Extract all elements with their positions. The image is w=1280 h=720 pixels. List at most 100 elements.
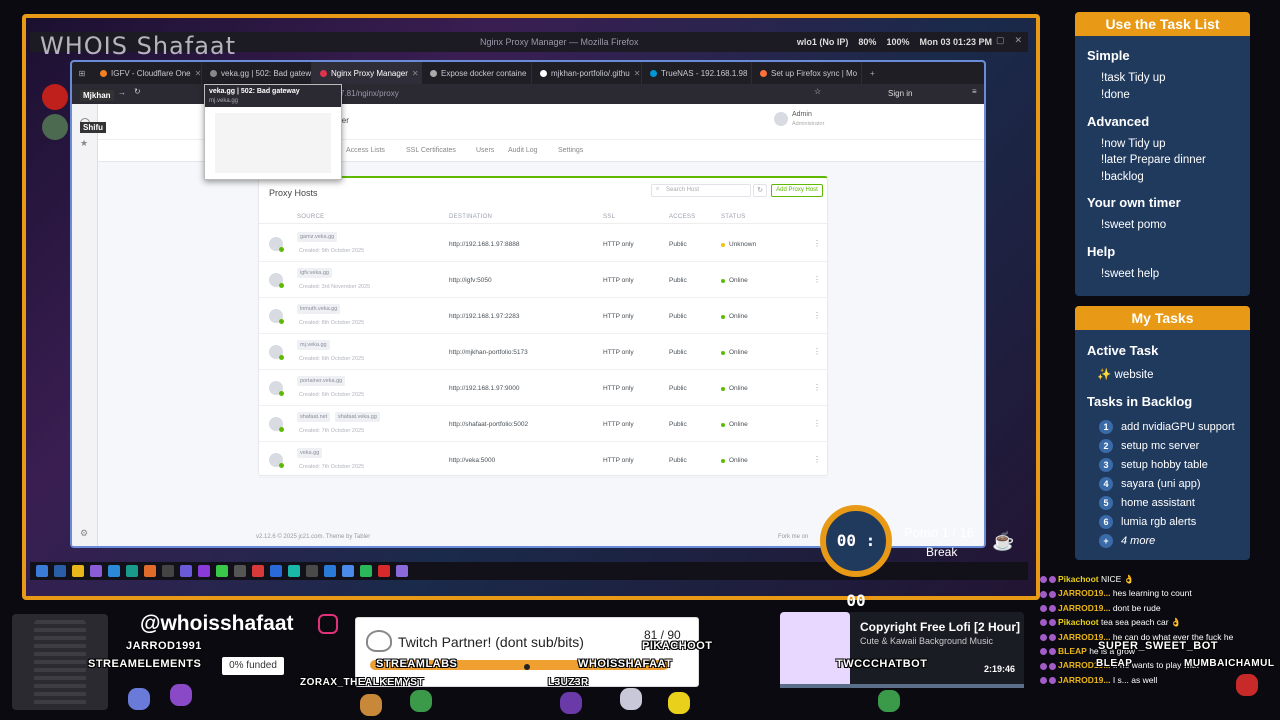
nav-item[interactable]: Users — [476, 147, 494, 154]
pdf-icon[interactable] — [252, 565, 264, 577]
col-destination[interactable]: DESTINATION — [449, 214, 492, 220]
col-access[interactable]: ACCESS — [669, 214, 695, 220]
signin-button[interactable]: Sign in — [888, 89, 912, 98]
minimize-icon[interactable]: – — [981, 35, 986, 46]
bookmark-star-icon[interactable]: ☆ — [814, 87, 821, 96]
domain-badge[interactable]: gamz.veka.gg — [297, 232, 338, 242]
browser-tab[interactable]: TrueNAS - 192.168.1.98✕ — [642, 62, 752, 84]
command-text: !backlog — [1101, 171, 1144, 183]
user-name[interactable]: Admin — [792, 111, 812, 118]
nav-item[interactable]: Audit Log — [508, 147, 538, 154]
new-tab-icon[interactable]: + — [862, 69, 883, 78]
goal-progress-marker — [524, 664, 530, 670]
row-menu-icon[interactable]: ⋮ — [813, 419, 821, 428]
chat-user[interactable]: Pikachoot — [1058, 617, 1099, 627]
vscode-icon[interactable] — [324, 565, 336, 577]
status-dot — [721, 314, 725, 319]
app-icon[interactable] — [360, 565, 372, 577]
col-ssl[interactable]: SSL — [603, 214, 615, 220]
back-icon[interactable]: → — [118, 88, 126, 97]
firefox-icon[interactable] — [144, 565, 156, 577]
table-row[interactable]: shafaat.net shafaat.veka.gg Created: 7th O… — [259, 406, 829, 442]
tab-overview-icon[interactable]: ⊞ — [72, 69, 92, 78]
chat-user[interactable]: BLEAP — [1058, 646, 1087, 656]
reload-icon[interactable]: ↻ — [134, 87, 141, 96]
app-icon[interactable] — [378, 565, 390, 577]
pomo-state: Break — [926, 545, 958, 559]
tab-close-icon[interactable]: ✕ — [412, 69, 419, 78]
tab-close-icon[interactable]: ✕ — [634, 69, 641, 78]
domain-badge[interactable]: shafaat.net — [297, 412, 331, 422]
chat-user[interactable]: JARROD19... — [1058, 675, 1110, 685]
row-menu-icon[interactable]: ⋮ — [813, 311, 821, 320]
domain-badge[interactable]: mj.veka.gg — [297, 340, 330, 350]
app-icon[interactable] — [180, 565, 192, 577]
browser-tab[interactable]: veka.gg | 502: Bad gatew✕ — [202, 62, 312, 84]
destination: http://igfv:5050 — [449, 277, 492, 284]
browser-tab[interactable]: Nginx Proxy Manager ✕ — [312, 62, 422, 84]
table-row[interactable]: igfv.veka.gg Created: 3rd November 2025 ht… — [259, 262, 829, 298]
chat-user[interactable]: JARROD19... — [1058, 588, 1110, 598]
menu-icon[interactable]: ≡ — [972, 87, 977, 96]
browser-tab[interactable]: Set up Firefox sync | Mo✕ — [752, 62, 862, 84]
close-icon[interactable]: ✕ — [1014, 35, 1022, 46]
tab-close-icon[interactable]: ✕ — [195, 69, 201, 78]
url-bar[interactable]: 7.81/nginx/proxy — [340, 89, 399, 98]
chrome-icon[interactable] — [342, 565, 354, 577]
app-icon[interactable] — [198, 565, 210, 577]
table-row[interactable]: gamz.veka.gg Created: 9th October 2025 htt… — [259, 226, 829, 262]
play-icon[interactable] — [216, 565, 228, 577]
browser-tab[interactable]: mjkhan-portfolio/.githu ✕ — [532, 62, 642, 84]
domain-badge[interactable]: portainer.veka.gg — [297, 376, 346, 386]
domain-badge[interactable]: igfv.veka.gg — [297, 268, 332, 278]
search-input[interactable]: Search Host — [651, 184, 751, 197]
refresh-button[interactable]: ↻ — [753, 184, 767, 197]
app-icon[interactable] — [270, 565, 282, 577]
domain-badge[interactable]: lnmuth.veka.gg — [297, 304, 341, 314]
start-icon[interactable] — [36, 565, 48, 577]
table-row[interactable]: portainer.veka.gg Created: 6th October 20… — [259, 370, 829, 406]
row-menu-icon[interactable]: ⋮ — [813, 275, 821, 284]
profile-avatar-1[interactable] — [42, 84, 68, 110]
folder-icon[interactable] — [72, 565, 84, 577]
edge-icon[interactable] — [126, 565, 138, 577]
app-icon[interactable] — [54, 565, 66, 577]
domain-badge[interactable]: veka.gg — [297, 448, 323, 458]
nav-item[interactable]: Access Lists — [346, 147, 385, 154]
browser-tab[interactable]: IGFV - Cloudflare One ✕ — [92, 62, 202, 84]
table-row[interactable]: lnmuth.veka.gg Created: 8th October 2025 h… — [259, 298, 829, 334]
profile-avatar-2[interactable] — [42, 114, 68, 140]
table-row[interactable]: mj.veka.gg Created: 6th October 2025 http:… — [259, 334, 829, 370]
bookmarks-icon[interactable]: ★ — [80, 138, 88, 149]
app-icon[interactable] — [306, 565, 318, 577]
row-menu-icon[interactable]: ⋮ — [813, 383, 821, 392]
chat-user[interactable]: JARROD19... — [1058, 603, 1110, 613]
row-menu-icon[interactable]: ⋮ — [813, 347, 821, 356]
item-number: 5 — [1099, 496, 1113, 510]
volume-status[interactable]: 80% — [858, 37, 876, 47]
app-icon[interactable] — [288, 565, 300, 577]
col-source[interactable]: SOURCE — [297, 214, 324, 220]
nav-item[interactable]: SSL Certificates — [406, 147, 456, 154]
row-menu-icon[interactable]: ⋮ — [813, 239, 821, 248]
network-status[interactable]: wlo1 (No IP) — [797, 37, 849, 47]
app-icon[interactable] — [234, 565, 246, 577]
footer-fork-link[interactable]: Fork me on — [778, 534, 808, 540]
browser-tab[interactable]: Expose docker containe✕ — [422, 62, 532, 84]
app-icon[interactable] — [90, 565, 102, 577]
app-icon[interactable] — [162, 565, 174, 577]
row-menu-icon[interactable]: ⋮ — [813, 455, 821, 464]
nav-item[interactable]: Settings — [558, 147, 583, 154]
user-avatar[interactable] — [774, 112, 788, 126]
maximize-icon[interactable]: ▢ — [996, 35, 1005, 46]
add-proxy-host-button[interactable]: Add Proxy Host — [771, 184, 823, 197]
app-icon[interactable] — [396, 565, 408, 577]
table-row[interactable]: veka.gg Created: 7th October 2025 http://v… — [259, 442, 829, 478]
col-status[interactable]: STATUS — [721, 214, 746, 220]
chat-user[interactable]: Pikachoot — [1058, 574, 1099, 584]
app-icon[interactable] — [108, 565, 120, 577]
section-heading: Your own timer — [1087, 195, 1181, 210]
settings-gear-icon[interactable]: ⚙ — [80, 528, 88, 539]
tab-favicon-icon — [760, 69, 767, 77]
domain-badge[interactable]: shafaat.veka.gg — [335, 412, 380, 422]
